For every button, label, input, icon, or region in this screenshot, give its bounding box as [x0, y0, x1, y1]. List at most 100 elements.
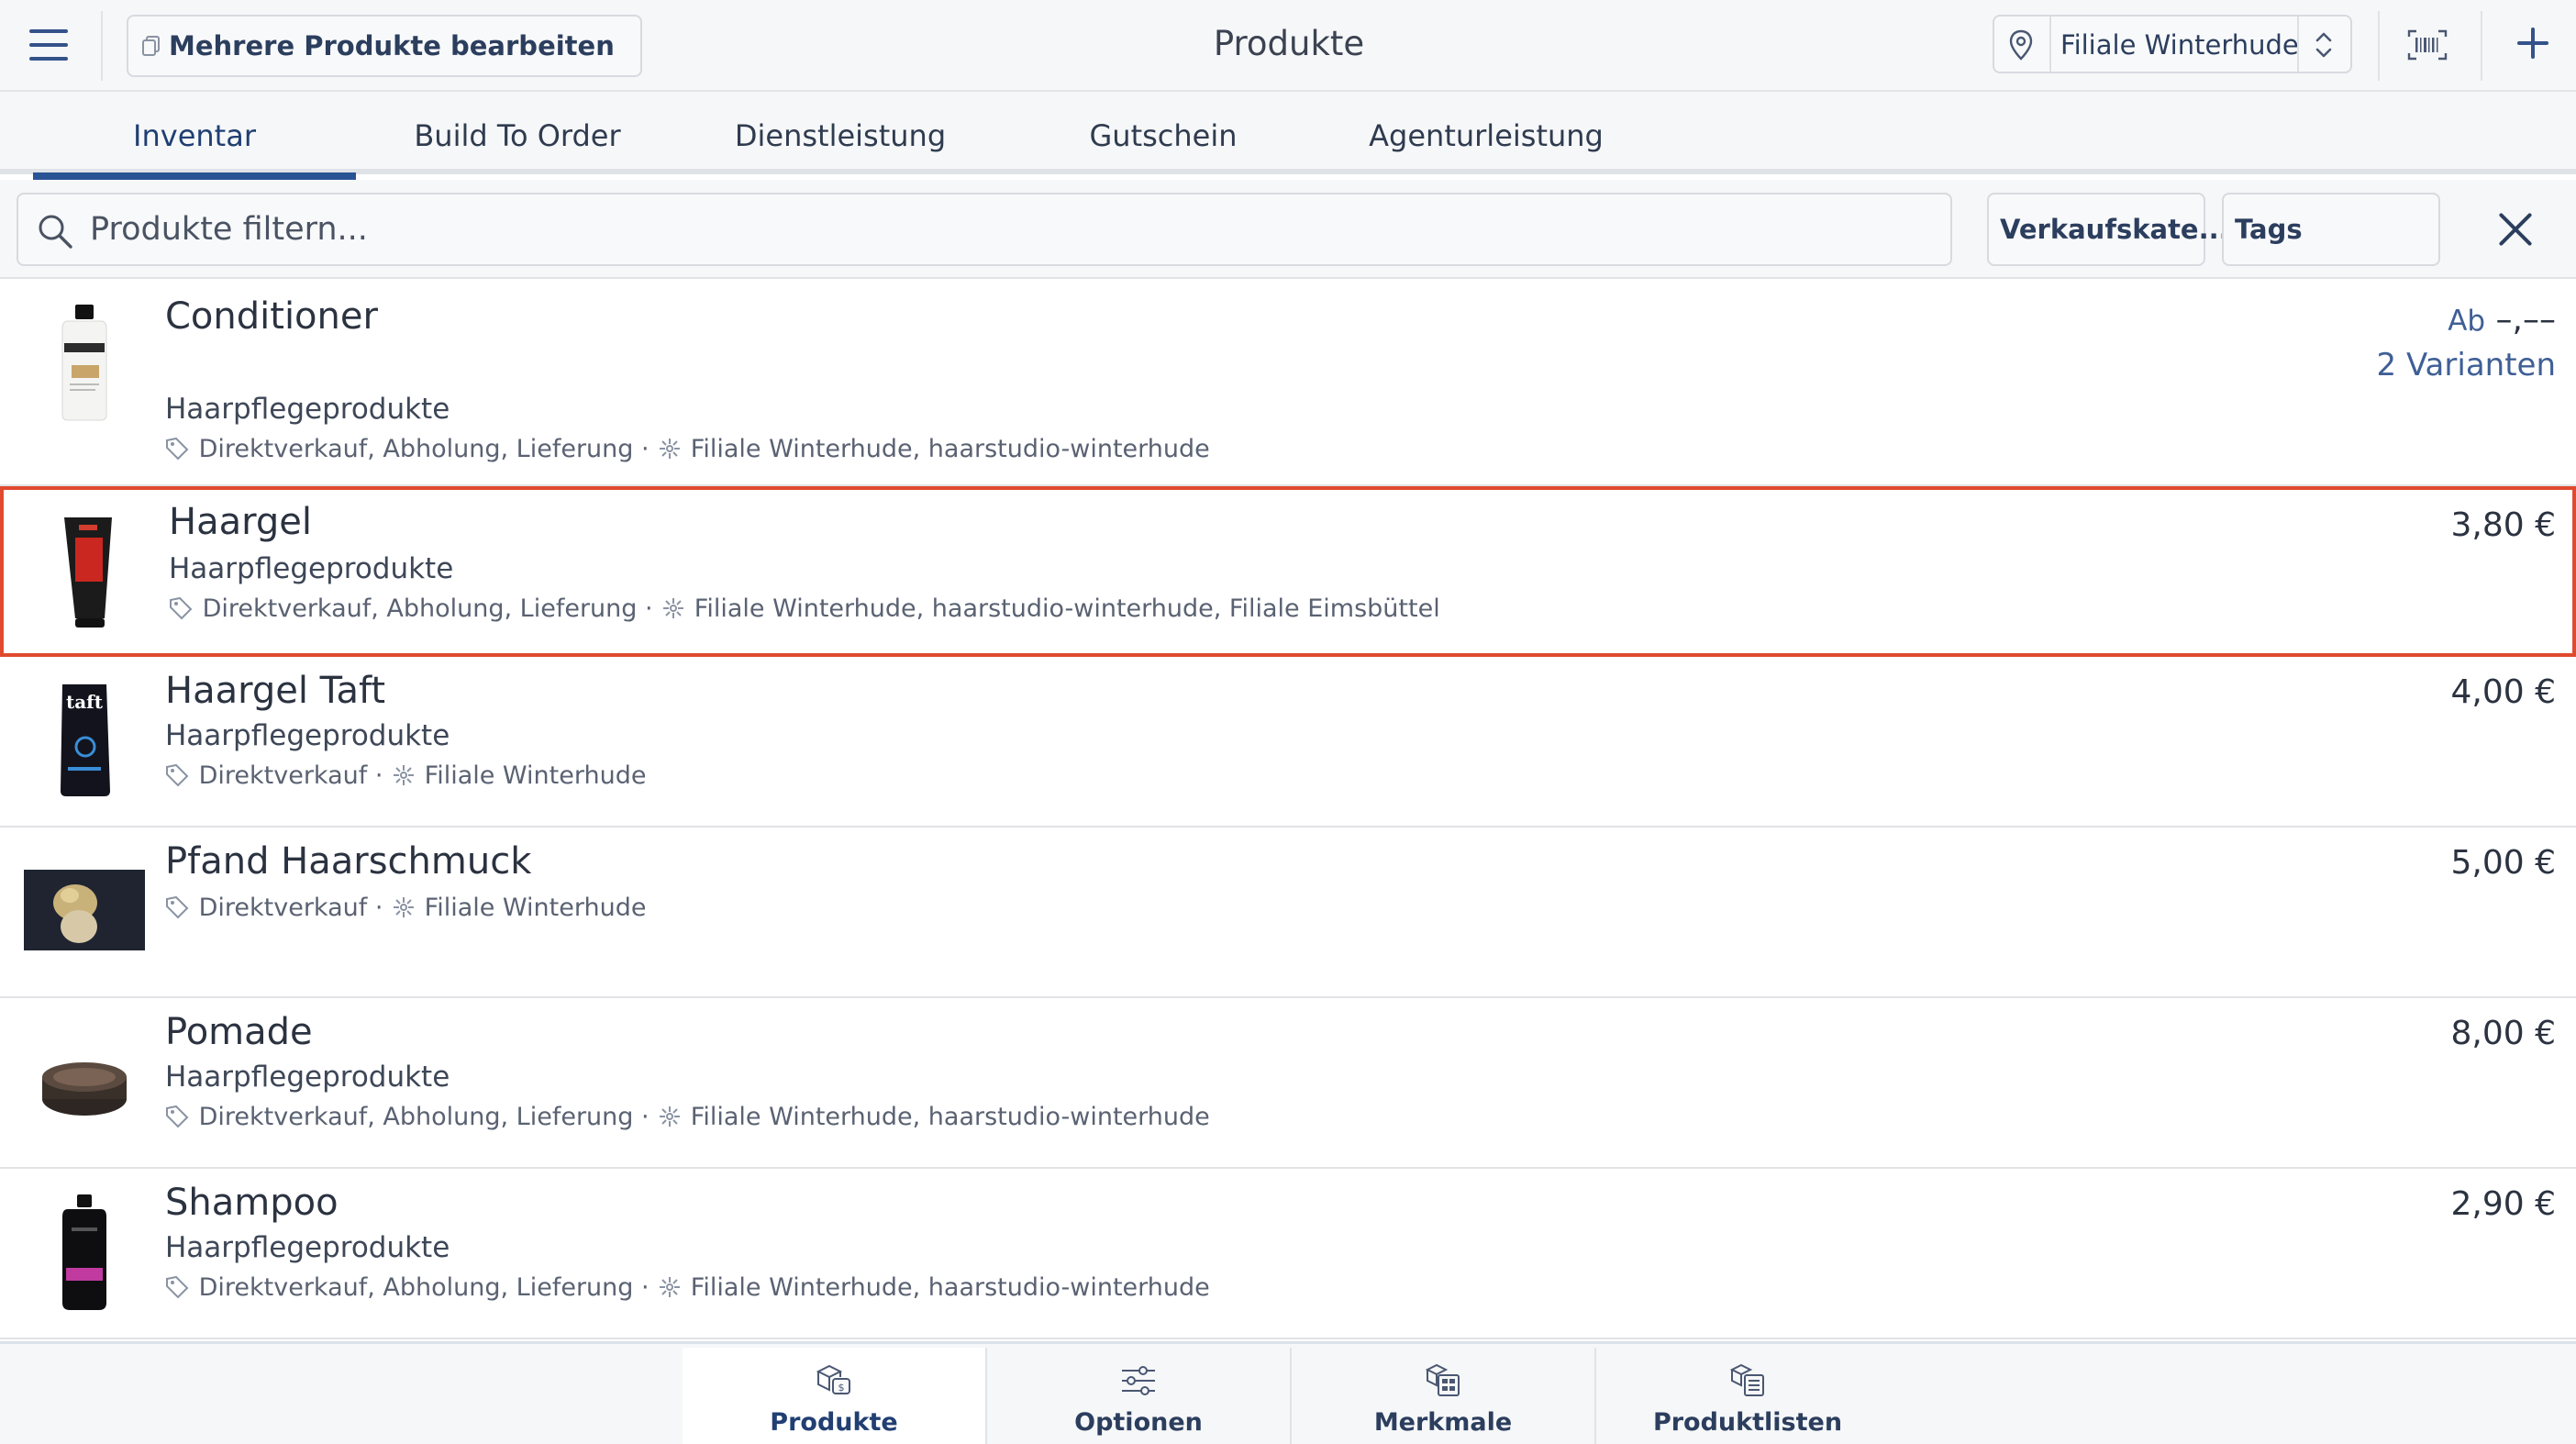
- product-row-haargel[interactable]: Haargel Haarpflegeprodukte Direktverkauf…: [0, 486, 2576, 657]
- product-stores: Filiale Winterhude: [424, 761, 647, 790]
- product-channels: Direktverkauf: [198, 761, 368, 790]
- product-category: Haarpflegeprodukte: [165, 1231, 450, 1264]
- product-name: Shampoo: [165, 1182, 339, 1224]
- product-channels: Direktverkauf, Abholung, Lieferung: [198, 1103, 634, 1131]
- product-name: Haargel Taft: [165, 670, 386, 712]
- product-name: Pfand Haarschmuck: [165, 840, 532, 883]
- product-meta: Direktverkauf, Abholung, Lieferung · Fil…: [165, 1103, 1210, 1131]
- product-row-pfand-haarschmuck[interactable]: Pfand Haarschmuck Direktverkauf · Filial…: [0, 828, 2576, 998]
- divider: [101, 11, 103, 81]
- nav-label: Produkte: [770, 1408, 898, 1437]
- search-box: [17, 193, 1952, 266]
- tab-agenturleistung[interactable]: Agenturleistung: [1325, 92, 1648, 174]
- product-name: Pomade: [165, 1011, 313, 1053]
- updown-chevron-icon: [2315, 32, 2332, 58]
- store-network-icon: [660, 1277, 681, 1297]
- tab-gutschein[interactable]: Gutschein: [1002, 92, 1325, 174]
- tab-build-to-order[interactable]: Build To Order: [356, 92, 679, 174]
- store-network-icon: [660, 439, 681, 459]
- barcode-icon[interactable]: [2407, 29, 2448, 61]
- product-name: Haargel: [169, 501, 312, 543]
- product-image-haargel-taft: taft: [61, 684, 110, 796]
- tags-icon: [166, 895, 189, 919]
- meta-separator: ·: [645, 594, 653, 623]
- product-channels: Direktverkauf, Abholung, Lieferung: [198, 1273, 634, 1302]
- tags-filter[interactable]: Tags: [2222, 193, 2440, 266]
- price-prefix: Ab: [2448, 305, 2486, 338]
- divider: [2481, 11, 2482, 81]
- divider: [2297, 17, 2299, 72]
- product-price: 3,80 €: [2450, 506, 2556, 544]
- sliders-icon: [1122, 1366, 1155, 1395]
- nav-label: Produktlisten: [1652, 1408, 1843, 1437]
- meta-separator: ·: [641, 1273, 650, 1302]
- attributes-icon: [1425, 1363, 1460, 1396]
- product-meta: Direktverkauf, Abholung, Lieferung · Fil…: [165, 435, 1210, 463]
- price-value: –,––: [2495, 301, 2556, 339]
- sales-category-filter[interactable]: Verkaufskate...: [1987, 193, 2229, 266]
- store-selector[interactable]: Filiale Winterhude: [1993, 15, 2352, 73]
- store-network-icon: [663, 598, 684, 618]
- search-input[interactable]: [90, 204, 1833, 255]
- category-tabs: Inventar Build To Order Dienstleistung G…: [0, 92, 2576, 180]
- meta-separator: ·: [374, 894, 383, 922]
- product-stores: Filiale Winterhude, haarstudio-winterhud…: [690, 1273, 1210, 1302]
- nav-produkte[interactable]: $ Produkte: [683, 1348, 985, 1444]
- copy-icon: [142, 36, 160, 56]
- product-stores: Filiale Winterhude, haarstudio-winterhud…: [690, 1103, 1210, 1131]
- product-image-haargel: [64, 517, 112, 628]
- close-icon[interactable]: [2497, 211, 2534, 248]
- menu-icon[interactable]: [29, 29, 68, 61]
- nav-label: Optionen: [1074, 1408, 1203, 1437]
- tags-icon: [166, 1105, 189, 1128]
- nav-produktlisten[interactable]: Produktlisten: [1596, 1348, 1899, 1444]
- product-row-haargel-taft[interactable]: taft Haargel Taft Haarpflegeprodukte Dir…: [0, 657, 2576, 828]
- divider: [2049, 17, 2051, 72]
- product-category: Haarpflegeprodukte: [165, 719, 450, 752]
- product-stores: Filiale Winterhude, haarstudio-winterhud…: [690, 435, 1210, 463]
- filter-bar: Verkaufskate... Tags: [0, 180, 2576, 279]
- meta-separator: ·: [641, 1103, 650, 1131]
- product-price: 5,00 €: [2450, 844, 2556, 882]
- product-row-pomade[interactable]: Pomade Haarpflegeprodukte Direktverkauf,…: [0, 998, 2576, 1169]
- svg-text:$: $: [838, 1382, 845, 1394]
- tab-dienstleistung[interactable]: Dienstleistung: [679, 92, 1002, 174]
- divider: [2378, 11, 2380, 81]
- product-channels: Direktverkauf, Abholung, Lieferung: [202, 594, 638, 623]
- plus-icon[interactable]: [2510, 20, 2556, 66]
- product-row-shampoo[interactable]: Shampoo Haarpflegeprodukte Direktverkauf…: [0, 1169, 2576, 1339]
- tags-icon: [166, 1275, 189, 1299]
- product-list: Conditioner Haarpflegeprodukte Direktver…: [0, 279, 2576, 1341]
- nav-merkmale[interactable]: Merkmale: [1292, 1348, 1594, 1444]
- product-price: 2,90 €: [2450, 1185, 2556, 1223]
- tags-icon: [170, 596, 193, 620]
- tab-inventar[interactable]: Inventar: [33, 92, 356, 180]
- store-network-icon: [394, 765, 415, 785]
- product-row-conditioner[interactable]: Conditioner Haarpflegeprodukte Direktver…: [0, 279, 2576, 486]
- product-meta: Direktverkauf · Filiale Winterhude: [165, 894, 646, 922]
- product-category: Haarpflegeprodukte: [165, 1061, 450, 1094]
- nav-optionen[interactable]: Optionen: [987, 1348, 1290, 1444]
- product-channels: Direktverkauf: [198, 894, 368, 922]
- product-image-shampoo: [62, 1194, 106, 1310]
- product-name: Conditioner: [165, 295, 378, 338]
- top-bar: Mehrere Produkte bearbeiten Produkte Fil…: [0, 0, 2576, 92]
- tags-icon: [166, 763, 189, 787]
- store-network-icon: [660, 1106, 681, 1127]
- product-image-pomade: [42, 1062, 127, 1116]
- product-image-conditioner: [61, 305, 107, 421]
- search-icon: [39, 215, 72, 249]
- product-category: Haarpflegeprodukte: [165, 393, 450, 426]
- product-price: Ab –,––: [2448, 301, 2556, 339]
- page-title: Produkte: [1213, 24, 1365, 63]
- location-pin-icon: [2009, 29, 2033, 61]
- products-icon: $: [816, 1364, 850, 1394]
- meta-separator: ·: [641, 435, 650, 463]
- nav-label: Merkmale: [1373, 1408, 1513, 1437]
- tags-icon: [166, 437, 189, 461]
- product-channels: Direktverkauf, Abholung, Lieferung: [198, 435, 634, 463]
- meta-separator: ·: [374, 761, 383, 790]
- multi-edit-button[interactable]: Mehrere Produkte bearbeiten: [127, 15, 642, 77]
- bottom-nav: $ Produkte Optionen Merkmale Produktlist…: [0, 1341, 2576, 1444]
- product-price: 8,00 €: [2450, 1015, 2556, 1052]
